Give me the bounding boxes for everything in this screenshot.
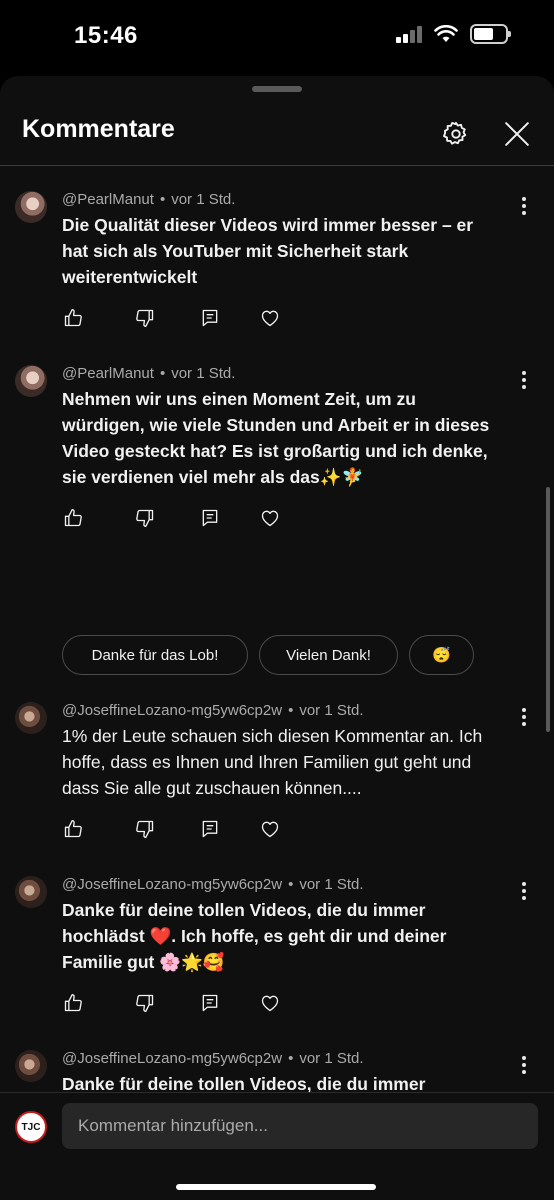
heart-button[interactable]: [259, 818, 281, 840]
suggestion-chip[interactable]: 😴: [409, 635, 474, 675]
reply-button[interactable]: [199, 507, 221, 529]
reply-button[interactable]: [199, 992, 221, 1014]
thumb-up-icon: [64, 509, 82, 527]
reply-button[interactable]: [199, 307, 221, 329]
dislike-button[interactable]: [134, 507, 156, 529]
avatar[interactable]: [15, 702, 47, 734]
avatar[interactable]: [15, 191, 47, 223]
heart-icon: [261, 510, 279, 527]
comment-actions: [62, 307, 292, 331]
avatar[interactable]: [15, 1050, 47, 1082]
comment-author[interactable]: @JoseffineLozano-mg5yw6cp2w: [62, 702, 282, 719]
more-vert-icon[interactable]: [512, 368, 536, 392]
reply-icon: [202, 309, 218, 327]
wifi-icon: [434, 25, 458, 42]
reply-button[interactable]: [199, 818, 221, 840]
heart-icon: [261, 821, 279, 838]
like-button[interactable]: [62, 307, 84, 329]
more-vert-icon[interactable]: [512, 705, 536, 729]
reply-icon: [202, 994, 218, 1012]
settings-button[interactable]: [436, 114, 476, 154]
home-indicator: [176, 1184, 376, 1190]
suggestion-chip[interactable]: Danke für das Lob!: [62, 635, 248, 675]
comment-text: Nehmen wir uns einen Moment Zeit, um zu …: [62, 389, 490, 487]
comment-text: 1% der Leute schauen sich diesen Komment…: [62, 726, 483, 798]
thumb-up-icon: [64, 309, 82, 327]
comment-actions: [62, 507, 292, 531]
comment-meta: @PearlManut • vor 1 Std.: [62, 365, 236, 382]
battery-icon: [470, 24, 511, 44]
comment-author[interactable]: @PearlManut: [62, 191, 154, 208]
thumb-down-icon: [136, 820, 154, 838]
comment-meta: @PearlManut • vor 1 Std.: [62, 191, 236, 208]
close-icon: [505, 122, 529, 146]
thumb-up-icon: [64, 994, 82, 1012]
avatar[interactable]: [15, 876, 47, 908]
avatar[interactable]: [15, 365, 47, 397]
scrollbar[interactable]: [546, 487, 550, 732]
more-vert-icon[interactable]: [512, 194, 536, 218]
more-vert-icon[interactable]: [512, 879, 536, 903]
comment-author[interactable]: @PearlManut: [62, 365, 154, 382]
thumb-up-icon: [64, 820, 82, 838]
comment-actions: [62, 992, 292, 1016]
sheet-header: Kommentare: [0, 100, 554, 166]
status-bar: 15:46: [0, 0, 554, 76]
comment-composer: TJC: [0, 1092, 554, 1200]
comment-actions: [62, 818, 292, 842]
status-icons: [396, 24, 511, 44]
comment-meta: @JoseffineLozano-mg5yw6cp2w • vor 1 Std.: [62, 1050, 364, 1067]
comment-author[interactable]: @JoseffineLozano-mg5yw6cp2w: [62, 876, 282, 893]
my-avatar[interactable]: TJC: [15, 1111, 47, 1143]
reply-icon: [202, 509, 218, 527]
settings-icon: [443, 121, 467, 145]
comments-sheet: Kommentare @PearlManut • vor 1 Std. Die Qu…: [0, 76, 554, 1200]
comment-time: vor 1 Std.: [299, 1050, 364, 1067]
comment-meta: @JoseffineLozano-mg5yw6cp2w • vor 1 Std.: [62, 876, 364, 893]
heart-icon: [261, 995, 279, 1012]
heart-button[interactable]: [259, 307, 281, 329]
comment-text: Danke für deine tollen Videos, die du im…: [62, 900, 447, 972]
thumb-down-icon: [136, 309, 154, 327]
heart-button[interactable]: [259, 507, 281, 529]
reply-icon: [202, 820, 218, 838]
dislike-button[interactable]: [134, 307, 156, 329]
status-time: 15:46: [74, 22, 138, 49]
comments-list: @PearlManut • vor 1 Std. Die Qualität dies…: [0, 167, 554, 1092]
thumb-down-icon: [136, 509, 154, 527]
sheet-title: Kommentare: [22, 115, 175, 143]
comment-text: Danke für deine tollen Videos, die du im…: [62, 1074, 426, 1092]
comment-time: vor 1 Std.: [299, 876, 364, 893]
dislike-button[interactable]: [134, 818, 156, 840]
sheet-drag-handle[interactable]: [252, 86, 302, 92]
like-button[interactable]: [62, 818, 84, 840]
thumb-down-icon: [136, 994, 154, 1012]
comment-meta: @JoseffineLozano-mg5yw6cp2w • vor 1 Std.: [62, 702, 364, 719]
close-button[interactable]: [497, 114, 537, 154]
comment-time: vor 1 Std.: [171, 365, 236, 382]
signal-icon: [396, 25, 422, 43]
comment-author[interactable]: @JoseffineLozano-mg5yw6cp2w: [62, 1050, 282, 1067]
like-button[interactable]: [62, 507, 84, 529]
heart-button[interactable]: [259, 992, 281, 1014]
add-comment-input[interactable]: [62, 1103, 538, 1149]
heart-icon: [261, 310, 279, 327]
like-button[interactable]: [62, 992, 84, 1014]
comment-time: vor 1 Std.: [299, 702, 364, 719]
comment-text: Die Qualität dieser Videos wird immer be…: [62, 215, 474, 287]
comment-time: vor 1 Std.: [171, 191, 236, 208]
more-vert-icon[interactable]: [512, 1053, 536, 1077]
dislike-button[interactable]: [134, 992, 156, 1014]
suggestion-chip[interactable]: Vielen Dank!: [259, 635, 398, 675]
